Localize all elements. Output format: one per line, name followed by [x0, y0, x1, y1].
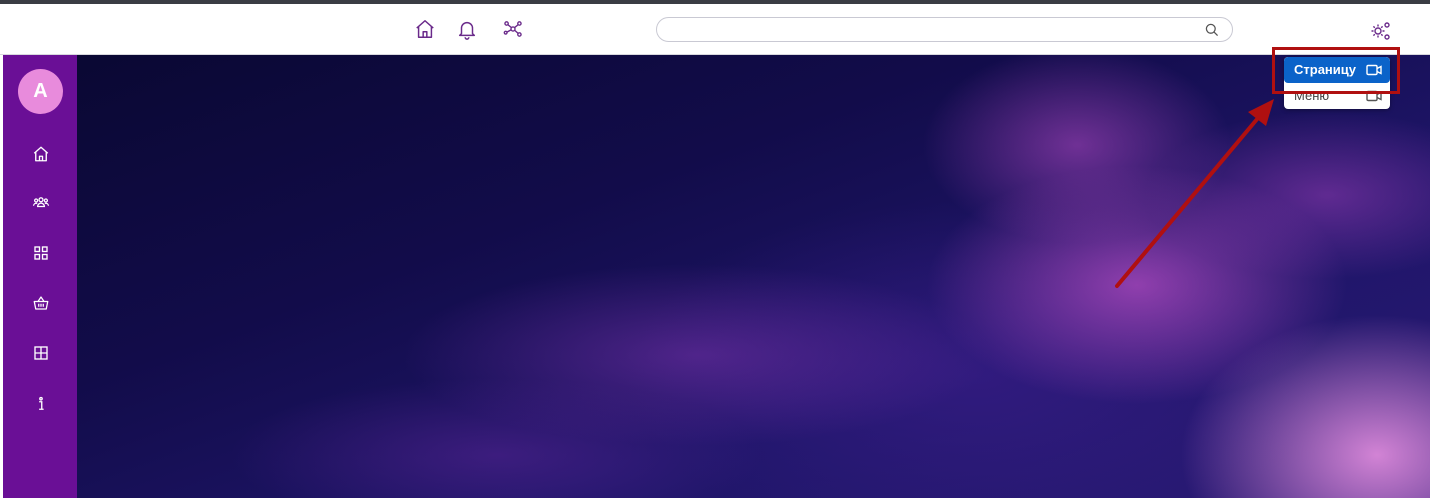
background-image: [77, 55, 1430, 498]
avatar[interactable]: A: [18, 69, 63, 114]
layout-icon[interactable]: [29, 341, 53, 365]
home-icon[interactable]: [414, 18, 436, 40]
sidebar: A: [3, 55, 77, 498]
gear-icon[interactable]: [1369, 19, 1393, 43]
grid-icon[interactable]: [29, 241, 53, 265]
info-icon[interactable]: [29, 392, 53, 416]
basket-icon[interactable]: [29, 291, 53, 315]
bell-icon[interactable]: [456, 18, 478, 40]
home-icon[interactable]: [29, 142, 53, 166]
search-input[interactable]: [671, 21, 1195, 40]
top-bar: [0, 4, 1430, 55]
network-icon[interactable]: [502, 18, 524, 40]
search-bar: [656, 17, 1233, 42]
people-icon[interactable]: [29, 190, 53, 214]
annotation-highlight-box: [1272, 47, 1400, 94]
search-icon[interactable]: [1204, 22, 1220, 38]
